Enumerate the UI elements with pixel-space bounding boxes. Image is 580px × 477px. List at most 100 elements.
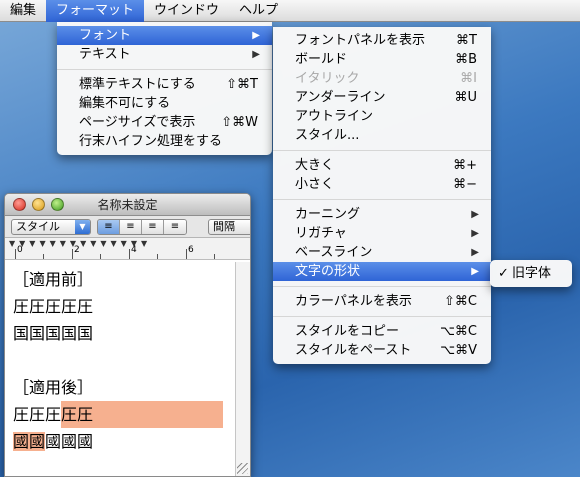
shortcut: ⌘+ — [453, 158, 477, 173]
menu-item-label: ベースライン — [295, 245, 373, 260]
menu-separator — [273, 316, 491, 317]
tab-stops[interactable]: ▼▼▼▼▼▼▼▼▼▼▼▼▼▼ — [9, 239, 151, 248]
menu-item-italic: イタリック ⌘I — [273, 69, 491, 88]
shortcut: ⇧⌘T — [226, 77, 258, 92]
text-line: 圧圧圧圧圧 — [13, 297, 94, 316]
document-window: 名称未設定 スタイル ▼ ≡ ≡ ≡ ≡ 間隔 ▼▼▼▼▼▼▼▼▼▼▼▼▼▼ 0… — [4, 193, 251, 477]
menu-item-baseline[interactable]: ベースライン ▶ — [273, 243, 491, 262]
title-bar[interactable]: 名称未設定 — [5, 194, 250, 216]
ruler-tick — [15, 249, 16, 259]
menu-item-kern[interactable]: カーニング ▶ — [273, 205, 491, 224]
menu-item-label: 小さく — [295, 177, 335, 192]
ruler-tick — [129, 249, 130, 259]
font-submenu: フォントパネルを表示 ⌘T ボールド ⌘B イタリック ⌘I アンダーライン ⌘… — [273, 27, 491, 364]
text-line: ［適用前］ — [13, 270, 94, 289]
shortcut: ⌘− — [453, 177, 477, 192]
shortcut: ⌘I — [460, 71, 477, 86]
menu-separator — [57, 69, 272, 70]
text-line: 國國國國國 — [13, 428, 229, 455]
menu-item-label: スタイルをコピー — [295, 324, 400, 339]
window-title: 名称未設定 — [97, 198, 158, 212]
character-shape-submenu: ✓ 旧字体 — [490, 260, 572, 287]
ruler-tick — [72, 249, 73, 259]
menu-item-label: ページサイズで表示 — [79, 115, 196, 130]
shortcut: ⌥⌘C — [439, 324, 477, 339]
submenu-arrow-icon: ▶ — [471, 266, 479, 277]
menu-separator — [273, 286, 491, 287]
menu-item-label: アウトライン — [295, 109, 374, 124]
menu-item-label: スタイル... — [295, 128, 360, 143]
spacing-select-label: 間隔 — [213, 220, 235, 233]
shortcut: ⇧⌘W — [221, 115, 258, 130]
submenu-arrow-icon: ▶ — [471, 247, 479, 258]
menu-item-copy-style[interactable]: スタイルをコピー ⌥⌘C — [273, 322, 491, 341]
menu-item-character-shape[interactable]: 文字の形状 ▶ — [273, 262, 491, 281]
menu-item-label: 行末ハイフン処理をする — [79, 134, 223, 149]
text-line: ［適用後］ — [13, 378, 94, 397]
text-line: 国国国国国 — [13, 324, 94, 343]
ruler-tick — [157, 254, 158, 259]
menu-item-text[interactable]: テキスト ▶ — [57, 45, 272, 64]
shortcut: ⌘T — [456, 33, 477, 48]
shortcut: ⌘B — [455, 52, 477, 67]
vertical-scrollbar[interactable] — [235, 262, 250, 476]
ruler-number: 0 — [17, 245, 23, 255]
menu-bar: 編集 フォーマット ウインドウ ヘルプ — [0, 0, 580, 22]
resize-grip-icon[interactable] — [237, 463, 248, 474]
menu-window[interactable]: ウインドウ — [144, 0, 229, 22]
spacing-select[interactable]: 間隔 — [208, 219, 250, 235]
menu-item-wrap-to-page[interactable]: ページサイズで表示 ⇧⌘W — [57, 113, 272, 132]
menu-item-label: 大きく — [295, 158, 335, 173]
menu-item-make-plain[interactable]: 標準テキストにする ⇧⌘T — [57, 75, 272, 94]
align-center-icon[interactable]: ≡ — [120, 220, 142, 234]
checkmark-icon: ✓ — [498, 266, 509, 281]
menu-item-show-colors[interactable]: カラーパネルを表示 ⇧⌘C — [273, 292, 491, 311]
align-left-icon[interactable]: ≡ — [98, 220, 120, 234]
menu-item-traditional[interactable]: ✓ 旧字体 — [490, 264, 572, 283]
align-justify-icon[interactable]: ≡ — [142, 220, 164, 234]
format-toolbar: スタイル ▼ ≡ ≡ ≡ ≡ 間隔 — [5, 216, 250, 238]
style-select-label: スタイル — [16, 220, 60, 233]
menu-item-bold[interactable]: ボールド ⌘B — [273, 50, 491, 69]
menu-item-label: スタイルをペースト — [295, 343, 412, 358]
menu-item-paste-style[interactable]: スタイルをペースト ⌥⌘V — [273, 341, 491, 360]
submenu-arrow-icon: ▶ — [471, 209, 479, 220]
ruler-tick — [43, 254, 44, 259]
menu-item-styles[interactable]: スタイル... — [273, 126, 491, 145]
menu-item-show-fonts[interactable]: フォントパネルを表示 ⌘T — [273, 31, 491, 50]
menu-item-smaller[interactable]: 小さく ⌘− — [273, 175, 491, 194]
menu-format[interactable]: フォーマット — [46, 0, 145, 22]
menu-item-hyphenation[interactable]: 行末ハイフン処理をする — [57, 132, 272, 151]
menu-item-label: 文字の形状 — [295, 264, 361, 279]
shortcut: ⌥⌘V — [440, 343, 477, 358]
align-right-icon[interactable]: ≡ — [164, 220, 186, 234]
menu-item-font[interactable]: フォント ▶ — [57, 26, 272, 45]
menu-item-ligature[interactable]: リガチャ ▶ — [273, 224, 491, 243]
ruler-number: 2 — [74, 245, 80, 255]
menu-item-label: フォント — [79, 28, 132, 43]
menu-separator — [273, 199, 491, 200]
menu-edit[interactable]: 編集 — [0, 0, 46, 22]
menu-separator — [273, 150, 491, 151]
submenu-arrow-icon: ▶ — [252, 49, 260, 60]
menu-item-label: 標準テキストにする — [79, 77, 196, 92]
ruler-tick — [214, 254, 215, 259]
menu-item-outline[interactable]: アウトライン — [273, 107, 491, 126]
style-select[interactable]: スタイル ▼ — [11, 219, 91, 235]
menu-item-label: カーニング — [295, 207, 361, 222]
ruler-tick — [186, 249, 187, 259]
shortcut: ⇧⌘C — [444, 294, 477, 309]
text-line: 圧圧圧圧圧 — [13, 401, 229, 428]
menu-item-underline[interactable]: アンダーライン ⌘U — [273, 88, 491, 107]
plain-text: 國國國 — [45, 432, 94, 451]
menu-item-label: カラーパネルを表示 — [295, 294, 412, 309]
shortcut: ⌘U — [454, 90, 477, 105]
menu-item-bigger[interactable]: 大きく ⌘+ — [273, 156, 491, 175]
menu-item-label: ボールド — [295, 52, 348, 67]
menu-item-prevent-editing[interactable]: 編集不可にする — [57, 94, 272, 113]
ruler[interactable]: ▼▼▼▼▼▼▼▼▼▼▼▼▼▼ 0 2 4 6 — [5, 238, 250, 260]
text-area[interactable]: ［適用前］ 圧圧圧圧圧 国国国国国 ［適用後］ 圧圧圧圧圧 國國國國國 — [5, 262, 237, 476]
submenu-arrow-icon: ▶ — [471, 228, 479, 239]
menu-help[interactable]: ヘルプ — [229, 0, 288, 22]
plain-text: 圧圧圧 — [13, 405, 62, 424]
